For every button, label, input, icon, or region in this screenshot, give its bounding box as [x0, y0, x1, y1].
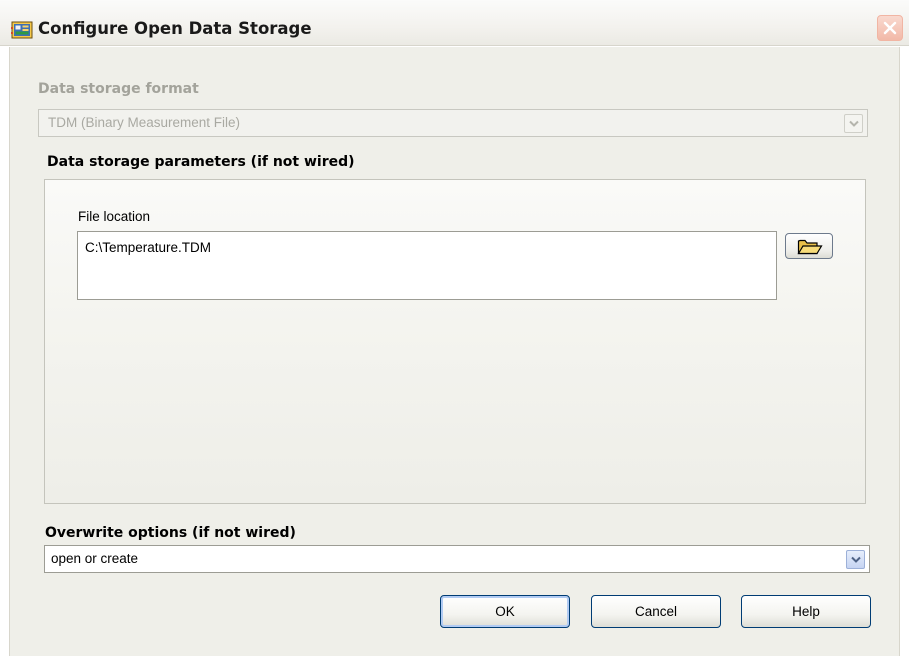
close-button[interactable]: [877, 15, 903, 41]
data-storage-format-select: TDM (Binary Measurement File): [38, 109, 868, 137]
browse-button[interactable]: [785, 233, 833, 259]
file-location-input[interactable]: C:\Temperature.TDM: [77, 231, 777, 300]
chevron-down-icon: [844, 114, 863, 133]
help-button[interactable]: Help: [741, 595, 871, 628]
data-storage-parameters-label: Data storage parameters (if not wired): [47, 154, 355, 170]
configure-dialog: Configure Open Data Storage Data storage…: [0, 0, 909, 656]
folder-open-icon: [797, 239, 823, 255]
data-storage-parameters-panel: [44, 179, 866, 504]
cancel-button[interactable]: Cancel: [591, 595, 721, 628]
ok-button[interactable]: OK: [440, 595, 570, 628]
overwrite-options-select[interactable]: open or create: [44, 545, 870, 573]
file-location-label: File location: [78, 209, 151, 224]
overwrite-options-label: Overwrite options (if not wired): [45, 525, 296, 541]
overwrite-options-value: open or create: [51, 551, 139, 566]
chevron-down-icon[interactable]: [846, 550, 865, 569]
data-storage-format-value: TDM (Binary Measurement File): [48, 115, 241, 130]
labview-express-vi-icon: [11, 21, 33, 39]
close-icon: [883, 21, 897, 35]
window-title: Configure Open Data Storage: [38, 19, 312, 38]
data-storage-format-label: Data storage format: [38, 81, 199, 97]
file-location-value: C:\Temperature.TDM: [85, 240, 212, 255]
title-bar[interactable]: Configure Open Data Storage: [0, 0, 909, 46]
